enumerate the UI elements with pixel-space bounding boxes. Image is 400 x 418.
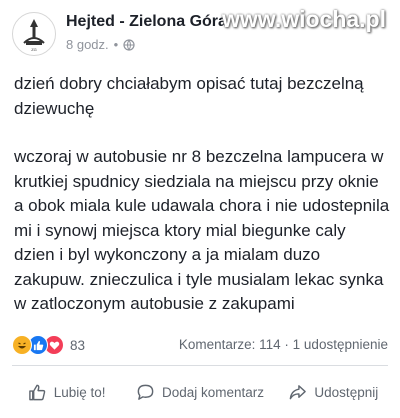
action-bar: Lubię to! Dodaj komentarz Udostępnij	[0, 372, 400, 412]
thumbs-up-icon	[28, 384, 46, 400]
page-avatar[interactable]: ZG	[12, 12, 56, 56]
reactions-summary[interactable]: 83	[12, 335, 85, 355]
post-meta: 8 godz. •	[66, 37, 135, 52]
share-arrow-icon	[290, 384, 307, 399]
share-button[interactable]: Udostępnij	[267, 372, 400, 412]
like-button[interactable]: Lubię to!	[0, 372, 133, 412]
post-header: ZG Hejted - Zielona Góra 8 godz. • www.w…	[0, 0, 400, 62]
post-body: dzień dobry chciałabym opisać tutaj bezc…	[14, 72, 390, 317]
watermark: www.wiocha.pl	[222, 6, 386, 32]
svg-text:ZG: ZG	[31, 47, 37, 52]
meta-separator: •	[113, 37, 119, 52]
comment-label: Dodaj komentarz	[161, 384, 265, 400]
comment-icon	[137, 384, 154, 400]
comments-shares-count[interactable]: Komentarze: 114 · 1 udostępnienie	[179, 337, 388, 352]
page-name-link[interactable]: Hejted - Zielona Góra	[66, 13, 227, 31]
post-stats: 83 Komentarze: 114 · 1 udostępnienie	[12, 333, 388, 357]
reactions-count[interactable]: 83	[70, 338, 85, 353]
like-label: Lubię to!	[53, 384, 106, 400]
share-label: Udostępnij	[314, 384, 379, 400]
comment-button[interactable]: Dodaj komentarz	[133, 372, 266, 412]
divider	[12, 365, 388, 366]
post-paragraph: dzień dobry chciałabym opisać tutaj bezc…	[14, 74, 364, 118]
globe-icon	[123, 38, 135, 51]
post-paragraph: wczoraj w autobusie nr 8 bezczelna lampu…	[14, 147, 390, 313]
page-logo-icon: ZG	[23, 19, 45, 52]
haha-icon	[12, 335, 32, 355]
post-time[interactable]: 8 godz.	[66, 37, 109, 52]
